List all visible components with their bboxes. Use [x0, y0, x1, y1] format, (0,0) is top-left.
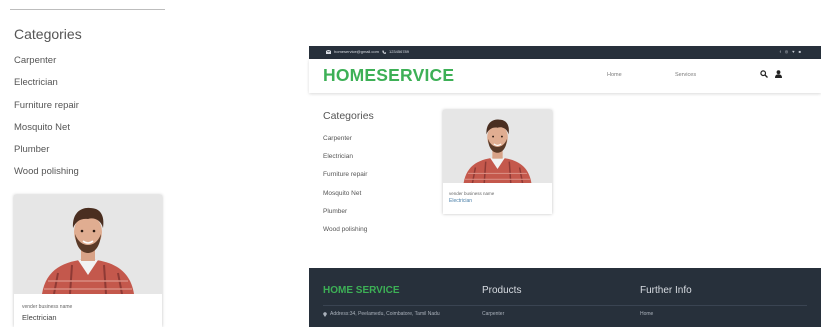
categories-heading: Categories: [323, 110, 374, 122]
category-item-mosquito-net[interactable]: Mosquito Net: [323, 190, 367, 208]
footer-product-link[interactable]: Carpenter: [482, 311, 504, 317]
footer-products-heading: Products: [482, 285, 522, 296]
footer-divider: [323, 305, 807, 306]
category-item-plumber[interactable]: Plumber: [14, 144, 79, 166]
category-item-furniture-repair[interactable]: Furniture repair: [14, 100, 79, 122]
category-item-furniture-repair[interactable]: Furniture repair: [323, 171, 367, 189]
footer: HOME SERVICE Products Further Info Addre…: [309, 268, 821, 327]
category-list: Carpenter Electrician Furniture repair M…: [323, 135, 367, 244]
contact-phone[interactable]: 123456789: [389, 49, 409, 54]
social-links: f ◎ ♥ ■: [780, 49, 801, 54]
brand-logo[interactable]: HOMESERVICE: [323, 65, 454, 86]
user-icon[interactable]: [775, 70, 782, 78]
category-item-mosquito-net[interactable]: Mosquito Net: [14, 122, 79, 144]
footer-further-info-heading: Further Info: [640, 285, 692, 296]
vendor-photo: [14, 195, 162, 294]
main-navbar: HOMESERVICE Home Services: [309, 59, 821, 93]
category-item-carpenter[interactable]: Carpenter: [323, 135, 367, 153]
instagram-icon[interactable]: ◎: [785, 49, 789, 54]
category-item-wood-polishing[interactable]: Wood polishing: [14, 166, 79, 188]
vendor-category: Electrician: [22, 313, 57, 322]
category-item-electrician[interactable]: Electrician: [14, 77, 79, 99]
contact-info: homeservice@gmail.com 123456789: [326, 49, 409, 54]
category-item-plumber[interactable]: Plumber: [323, 208, 367, 226]
category-item-wood-polishing[interactable]: Wood polishing: [323, 226, 367, 244]
vendor-business-name: vender business name: [22, 304, 73, 310]
zoomed-sidebar-panel: Categories Carpenter Electrician Furnitu…: [0, 0, 190, 327]
mail-icon: [326, 49, 331, 54]
phone-icon: [382, 50, 386, 54]
category-item-electrician[interactable]: Electrician: [323, 153, 367, 171]
footer-address: Address:34, Peelamedu, Coimbatore, Tamil…: [323, 311, 440, 317]
vendor-card[interactable]: vender business name Electrician: [14, 195, 162, 327]
nav-link-services[interactable]: Services: [675, 72, 696, 78]
search-icon[interactable]: [760, 70, 768, 78]
category-list: Carpenter Electrician Furniture repair M…: [14, 55, 79, 189]
vendor-card[interactable]: vender business name Electrician: [443, 110, 552, 214]
categories-heading: Categories: [14, 26, 82, 42]
linkedin-icon[interactable]: ■: [799, 49, 801, 54]
footer-info-link[interactable]: Home: [640, 311, 653, 317]
top-contact-bar: homeservice@gmail.com 123456789 f ◎ ♥ ■: [309, 46, 821, 59]
site-screenshot: homeservice@gmail.com 123456789 f ◎ ♥ ■ …: [309, 46, 821, 327]
location-pin-icon: [323, 311, 327, 317]
contact-email[interactable]: homeservice@gmail.com: [334, 49, 379, 54]
vendor-business-name: vender business name: [449, 191, 495, 196]
facebook-icon[interactable]: f: [780, 49, 781, 54]
nav-link-home[interactable]: Home: [607, 72, 622, 78]
twitter-icon[interactable]: ♥: [792, 49, 794, 54]
vendor-photo: [443, 110, 552, 183]
vendor-category: Electrician: [449, 198, 473, 204]
footer-address-text: Address:34, Peelamedu, Coimbatore, Tamil…: [330, 311, 440, 317]
divider: [10, 9, 165, 10]
footer-brand[interactable]: HOME SERVICE: [323, 285, 400, 296]
category-item-carpenter[interactable]: Carpenter: [14, 55, 79, 77]
